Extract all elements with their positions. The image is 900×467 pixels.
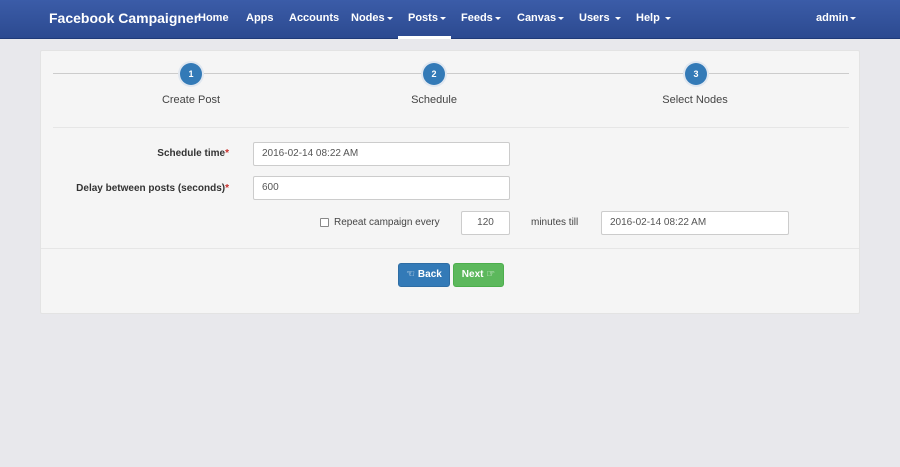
nav-accounts[interactable]: Accounts — [289, 12, 339, 24]
schedule-time-label: Schedule time* — [157, 148, 229, 159]
schedule-time-input[interactable]: 2016-02-14 08:22 AM — [253, 142, 510, 166]
caret-down-icon — [386, 16, 393, 20]
back-button[interactable]: ☜ Back — [398, 263, 450, 287]
nav-canvas[interactable]: Canvas — [517, 12, 565, 24]
nav-posts-label: Posts — [408, 12, 438, 24]
hand-left-icon: ☜ — [406, 269, 416, 280]
delay-input[interactable]: 600 — [253, 176, 510, 200]
repeat-label: Repeat campaign every — [334, 217, 440, 228]
back-button-label: Back — [417, 269, 442, 280]
nav-accounts-label: Accounts — [289, 12, 340, 24]
next-button[interactable]: Next ☞ — [453, 263, 504, 287]
wizard-step-3-circle[interactable]: 3 — [685, 63, 707, 85]
nav-nodes[interactable]: Nodes — [351, 12, 393, 24]
schedule-panel: 1 Create Post 2 Schedule 3 Select Nodes … — [40, 50, 860, 314]
nav-help[interactable]: Help — [636, 12, 671, 24]
user-name: admin — [816, 12, 849, 24]
caret-down-icon — [439, 16, 446, 20]
repeat-till-input[interactable]: 2016-02-14 08:22 AM — [601, 211, 789, 235]
wizard-step-2-label: Schedule — [411, 94, 457, 106]
footer-divider — [41, 248, 859, 249]
next-button-label: Next — [461, 269, 484, 280]
wizard-step-1-circle[interactable]: 1 — [180, 63, 202, 85]
delay-label: Delay between posts (seconds)* — [76, 183, 229, 194]
section-divider — [53, 127, 849, 128]
caret-down-icon — [664, 16, 671, 20]
caret-down-icon — [850, 16, 857, 20]
nav-apps-label: Apps — [246, 12, 274, 24]
hand-right-icon: ☞ — [486, 269, 496, 280]
required-mark: * — [225, 183, 229, 194]
nav-users[interactable]: Users — [579, 12, 621, 24]
wizard-step-3-label: Select Nodes — [662, 94, 728, 106]
nav-users-label: Users — [579, 12, 610, 24]
active-nav-indicator — [398, 36, 451, 39]
nav-posts[interactable]: Posts — [408, 12, 446, 24]
nav-home-label: Home — [198, 12, 229, 24]
nav-home[interactable]: Home — [198, 12, 229, 24]
nav-canvas-label: Canvas — [517, 12, 557, 24]
minutes-till-label: minutes till — [531, 217, 579, 228]
required-mark: * — [225, 148, 229, 159]
nav-nodes-label: Nodes — [351, 12, 385, 24]
delay-label-text: Delay between posts (seconds) — [76, 183, 226, 194]
brand-title[interactable]: Facebook Campaigner — [49, 10, 199, 26]
user-menu[interactable]: admin — [816, 12, 857, 24]
repeat-minutes-input[interactable]: 120 — [461, 211, 510, 235]
wizard-progress-line — [53, 73, 849, 74]
nav-feeds[interactable]: Feeds — [461, 12, 501, 24]
caret-down-icon — [494, 16, 501, 20]
nav-apps[interactable]: Apps — [246, 12, 274, 24]
wizard-step-2-circle[interactable]: 2 — [423, 63, 445, 85]
top-navbar: Facebook Campaigner Home Apps Accounts N… — [0, 0, 900, 39]
caret-down-icon — [558, 16, 565, 20]
nav-help-label: Help — [636, 12, 660, 24]
caret-down-icon — [614, 16, 621, 20]
schedule-time-label-text: Schedule time — [157, 148, 226, 159]
wizard-step-1-label: Create Post — [161, 94, 221, 106]
nav-feeds-label: Feeds — [461, 12, 493, 24]
repeat-checkbox[interactable] — [320, 218, 329, 227]
